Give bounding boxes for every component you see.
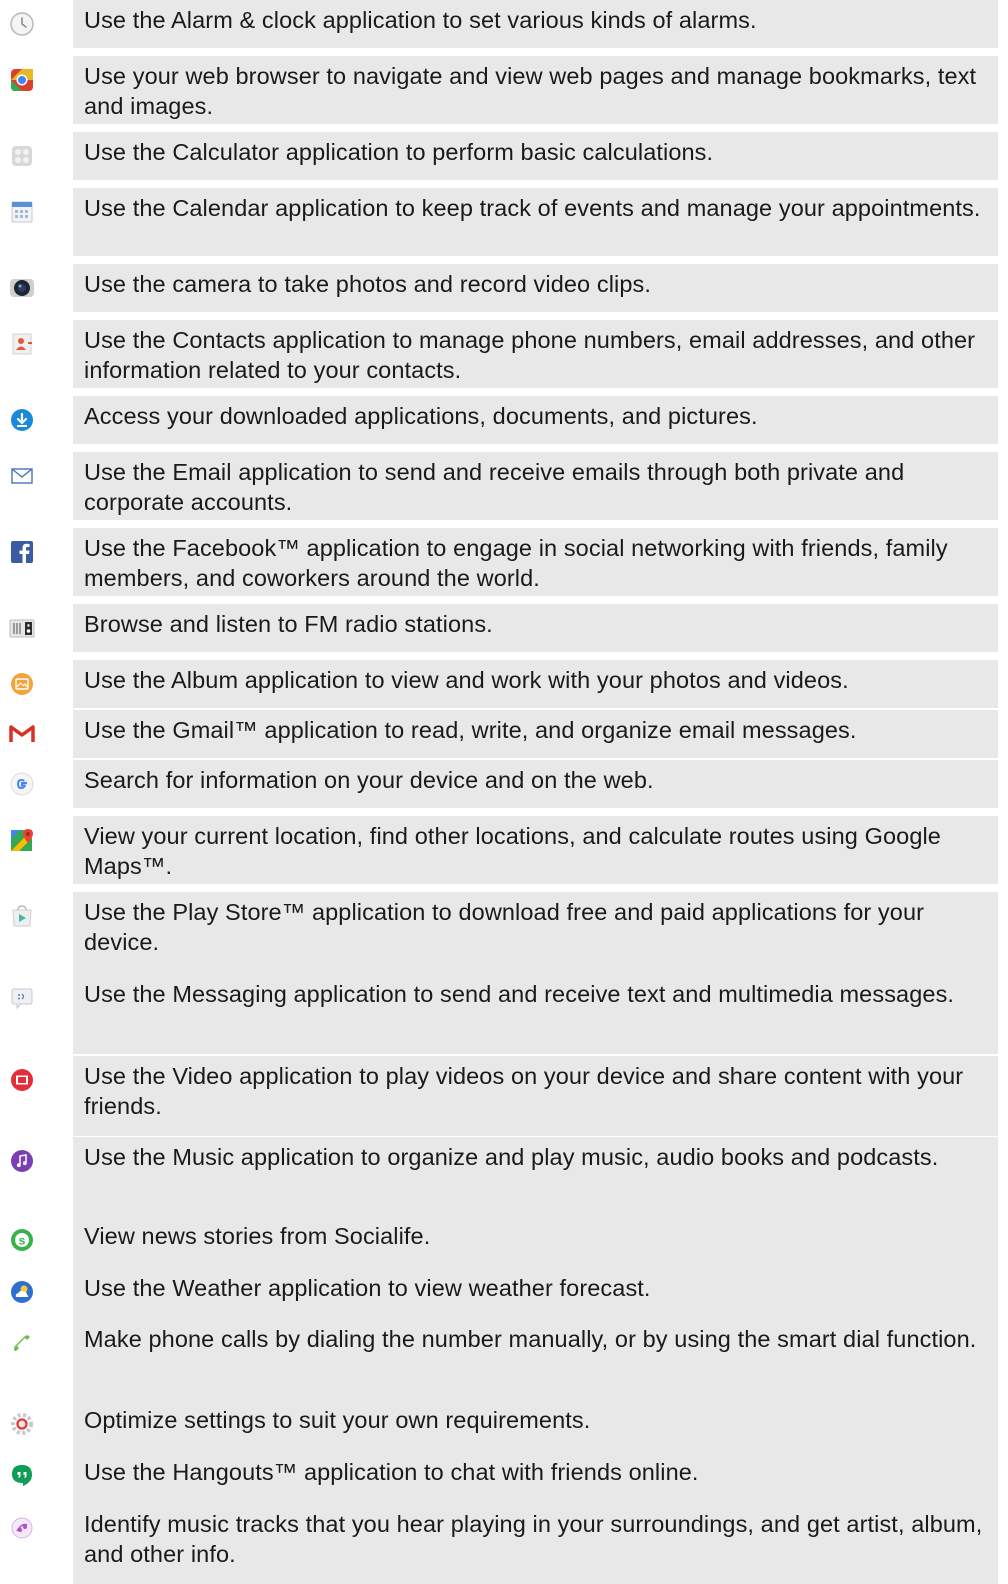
alarm-clock-icon bbox=[10, 12, 34, 36]
app-description: Optimize settings to suit your own requi… bbox=[73, 1400, 998, 1452]
app-row-album: Use the Album application to view and wo… bbox=[0, 660, 1008, 708]
app-description: Use the camera to take photos and record… bbox=[73, 264, 998, 312]
maps-icon bbox=[11, 829, 33, 851]
music-icon bbox=[11, 1150, 33, 1172]
app-row-calculator: Use the Calculator application to perfor… bbox=[0, 132, 1008, 180]
app-description: Use the Alarm & clock application to set… bbox=[73, 0, 998, 48]
socialife-icon: s bbox=[11, 1229, 33, 1251]
email-icon bbox=[11, 468, 33, 484]
app-description: Search for information on your device an… bbox=[73, 760, 998, 808]
app-row-weather: Use the Weather application to view weat… bbox=[0, 1268, 1008, 1319]
app-row-downloads: Access your downloaded applications, doc… bbox=[0, 396, 1008, 444]
app-row-google-search: Search for information on your device an… bbox=[0, 760, 1008, 808]
app-description: Use the Messaging application to send an… bbox=[73, 974, 998, 1054]
app-description: View your current location, find other l… bbox=[73, 816, 998, 884]
gmail-icon bbox=[9, 725, 35, 742]
app-row-play-store: Use the Play Store™ application to downl… bbox=[0, 892, 1008, 974]
phone-icon bbox=[14, 1335, 30, 1351]
app-row-calendar: Use the Calendar application to keep tra… bbox=[0, 188, 1008, 256]
album-icon bbox=[11, 673, 33, 695]
app-description: Use the Gmail™ application to read, writ… bbox=[73, 710, 998, 758]
app-description: Use the Hangouts™ application to chat wi… bbox=[73, 1452, 998, 1504]
app-row-music: Use the Music application to organize an… bbox=[0, 1137, 1008, 1216]
app-row-alarm: Use the Alarm & clock application to set… bbox=[0, 0, 1008, 48]
app-description: Use the Calendar application to keep tra… bbox=[73, 188, 998, 256]
app-description: Use the Play Store™ application to downl… bbox=[73, 892, 998, 974]
contacts-icon bbox=[12, 333, 32, 355]
app-description: Use the Email application to send and re… bbox=[73, 452, 998, 520]
weather-icon bbox=[11, 1281, 33, 1303]
app-description: Use the Contacts application to manage p… bbox=[73, 320, 998, 388]
app-description: Use the Music application to organize an… bbox=[73, 1137, 998, 1216]
app-description: View news stories from Socialife. bbox=[73, 1216, 998, 1268]
calendar-icon bbox=[11, 201, 33, 223]
app-row-messaging: Use the Messaging application to send an… bbox=[0, 974, 1008, 1054]
settings-icon bbox=[11, 1413, 33, 1435]
play-store-icon bbox=[12, 905, 32, 927]
app-description: Use the Weather application to view weat… bbox=[73, 1268, 998, 1319]
app-description: Identify music tracks that you hear play… bbox=[73, 1504, 998, 1584]
app-row-settings: Optimize settings to suit your own requi… bbox=[0, 1400, 1008, 1452]
app-row-email: Use the Email application to send and re… bbox=[0, 452, 1008, 520]
app-row-browser: Use your web browser to navigate and vie… bbox=[0, 56, 1008, 124]
app-description: Access your downloaded applications, doc… bbox=[73, 396, 998, 444]
messaging-icon bbox=[11, 988, 33, 1010]
calculator-icon bbox=[12, 146, 32, 166]
app-row-hangouts: Use the Hangouts™ application to chat wi… bbox=[0, 1452, 1008, 1504]
app-description: Make phone calls by dialing the number m… bbox=[73, 1319, 998, 1400]
app-description: Use the Album application to view and wo… bbox=[73, 660, 998, 708]
app-row-fm-radio: Browse and listen to FM radio stations. bbox=[0, 604, 1008, 652]
app-row-contacts: Use the Contacts application to manage p… bbox=[0, 320, 1008, 388]
google-search-icon bbox=[10, 772, 34, 796]
app-description: Use your web browser to navigate and vie… bbox=[73, 56, 998, 124]
app-row-video: Use the Video application to play videos… bbox=[0, 1056, 1008, 1136]
web-browser-icon bbox=[11, 69, 33, 91]
downloads-icon bbox=[11, 409, 33, 431]
svg-text:s: s bbox=[19, 1234, 26, 1248]
fm-radio-icon bbox=[9, 619, 35, 638]
app-description: Browse and listen to FM radio stations. bbox=[73, 604, 998, 652]
facebook-icon bbox=[11, 541, 33, 563]
app-row-phone: Make phone calls by dialing the number m… bbox=[0, 1319, 1008, 1400]
music-recognition-icon bbox=[11, 1517, 33, 1539]
app-description: Use the Calculator application to perfor… bbox=[73, 132, 998, 180]
app-row-socialife: s View news stories from Socialife. bbox=[0, 1216, 1008, 1268]
hangouts-icon bbox=[12, 1465, 32, 1486]
app-row-facebook: Use the Facebook™ application to engage … bbox=[0, 528, 1008, 596]
app-row-maps: View your current location, find other l… bbox=[0, 816, 1008, 884]
app-description: Use the Facebook™ application to engage … bbox=[73, 528, 998, 596]
app-row-camera: Use the camera to take photos and record… bbox=[0, 264, 1008, 312]
app-row-gmail: Use the Gmail™ application to read, writ… bbox=[0, 710, 1008, 758]
video-icon bbox=[11, 1069, 33, 1091]
app-description: Use the Video application to play videos… bbox=[73, 1056, 998, 1136]
app-row-music-recognition: Identify music tracks that you hear play… bbox=[0, 1504, 1008, 1584]
camera-icon bbox=[10, 279, 34, 297]
